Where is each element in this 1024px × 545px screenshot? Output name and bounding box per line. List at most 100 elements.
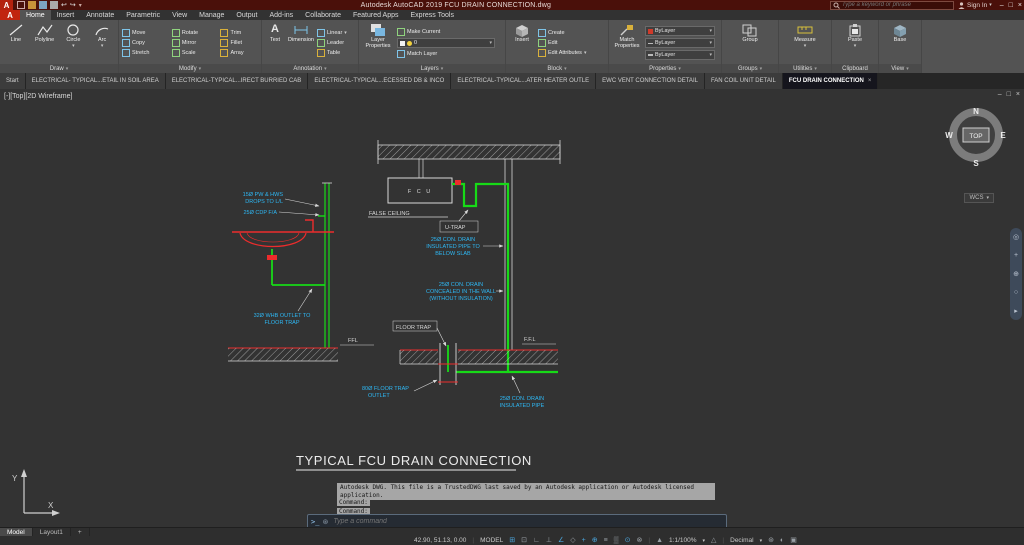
isolate-objects-icon[interactable]: ◐ [780,537,784,544]
save-icon[interactable] [39,1,47,9]
close-button[interactable]: × [1018,2,1022,9]
panel-label-block[interactable]: Block [506,64,608,73]
annotation-scale-dropdown-icon[interactable]: ▾ [703,538,706,544]
paste-button[interactable]: Paste ▾ [842,22,868,64]
orbit-icon[interactable]: ○ [1014,289,1018,296]
tab-collaborate[interactable]: Collaborate [299,10,347,20]
space-indicator[interactable]: MODEL [480,537,503,544]
tab-output[interactable]: Output [230,10,263,20]
panel-label-clipboard[interactable]: Clipboard [832,64,878,73]
clean-screen-icon[interactable]: ▣ [790,537,797,544]
signin-dropdown-icon[interactable]: ▾ [989,2,992,8]
circle-dropdown-icon[interactable]: ▾ [72,43,75,49]
move-button[interactable]: Move [122,29,164,37]
file-tab[interactable]: ELECTRICAL-TYPICAL...IRECT BURRIED CAB [165,73,309,89]
close-tab-icon[interactable]: × [868,78,872,84]
arc-button[interactable]: Arc ▾ [89,22,115,64]
line-button[interactable]: Line [3,22,29,64]
polyline-button[interactable]: Polyline [32,22,58,64]
panel-label-properties[interactable]: Properties [609,64,721,73]
application-menu-button[interactable]: A [0,10,20,20]
circle-button[interactable]: Circle ▾ [61,22,87,64]
linetype-dropdown[interactable]: ByLayer [645,38,715,48]
file-tab[interactable]: EWC VENT CONNECTION DETAIL [596,73,705,89]
polar-tracking-icon[interactable]: ∠ [558,537,564,544]
panel-label-draw[interactable]: Draw [0,64,118,73]
grid-icon[interactable]: ⊞ [509,537,515,544]
tab-annotate[interactable]: Annotate [80,10,120,20]
minimize-button[interactable]: – [1000,2,1004,9]
tab-view[interactable]: View [166,10,193,20]
layer-dropdown[interactable]: 0 [397,38,495,48]
viewport-controls[interactable]: [-][Top][2D Wireframe] [4,93,72,100]
redo-icon[interactable]: ↪ [70,1,76,9]
doc-restore-icon[interactable]: □ [1007,91,1011,98]
fillet-button[interactable]: Fillet [220,39,258,47]
tab-manage[interactable]: Manage [193,10,230,20]
trim-button[interactable]: Trim [220,29,258,37]
measure-button[interactable]: Measure ▾ [792,22,818,64]
match-layer-button[interactable]: Match Layer [397,50,495,58]
edit-attributes-button[interactable]: Edit Attributes ▾ [538,49,586,57]
file-tab[interactable]: ELECTRICAL-TYPICAL...ECESSED DB & INCO [308,73,452,89]
paste-dropdown-icon[interactable]: ▾ [854,43,857,49]
maximize-button[interactable]: □ [1009,2,1013,9]
search-input[interactable] [842,2,942,8]
pan-icon[interactable]: + [1014,252,1018,259]
autocad-logo-icon[interactable]: A [0,0,13,10]
table-button[interactable]: Table [317,49,347,57]
viewcube[interactable]: N E S W TOP [944,105,1008,174]
infer-constraints-icon[interactable]: ∟ [533,537,540,544]
file-tab[interactable]: ELECTRICAL- TYPICAL...ETAIL IN SOIL AREA [25,73,166,89]
copy-button[interactable]: Copy [122,39,164,47]
linear-dropdown-icon[interactable]: ▾ [344,30,347,36]
tab-featured-apps[interactable]: Featured Apps [347,10,405,20]
units-button[interactable]: Decimal [730,537,753,544]
panel-label-utilities[interactable]: Utilities [779,64,831,73]
leader-button[interactable]: Leader [317,39,347,47]
tab-home[interactable]: Home [20,10,51,20]
create-block-button[interactable]: Create [538,29,586,37]
ortho-icon[interactable]: ⊥ [546,537,552,544]
dimension-button[interactable]: Dimension [288,22,314,64]
lineweight-dropdown[interactable]: ByLayer [645,50,715,60]
panel-label-modify[interactable]: Modify [119,64,261,73]
panel-label-annotation[interactable]: Annotation [262,64,358,73]
open-file-icon[interactable] [28,1,36,9]
stretch-button[interactable]: Stretch [122,49,164,57]
base-button[interactable]: Base [887,22,913,64]
file-tab[interactable]: FAN COIL UNIT DETAIL [704,73,783,89]
array-button[interactable]: Array [220,49,258,57]
tab-parametric[interactable]: Parametric [120,10,166,20]
undo-icon[interactable]: ↩ [61,1,67,9]
rotate-button[interactable]: Rotate [171,29,213,37]
panel-label-view[interactable]: View [879,64,921,73]
zoom-icon[interactable]: ⊕ [1013,270,1019,278]
edit-block-button[interactable]: Edit [538,39,586,47]
match-properties-button[interactable]: Match Properties [612,22,642,64]
showmotion-icon[interactable]: ▸ [1014,307,1018,315]
annotation-scale-button[interactable]: 1:1/100% [669,537,696,544]
dynamic-input-icon[interactable]: ⊙ [625,537,631,544]
layer-properties-button[interactable]: Layer Properties [362,22,394,64]
tab-express-tools[interactable]: Express Tools [405,10,460,20]
panel-label-groups[interactable]: Groups [722,64,778,73]
measure-dropdown-icon[interactable]: ▾ [804,43,807,49]
mirror-button[interactable]: Mirror [171,39,213,47]
osnap-icon[interactable]: ⊕ [592,537,598,544]
transparency-icon[interactable]: ▒ [614,537,619,544]
object-snap-tracking-icon[interactable]: + [582,537,586,544]
command-input[interactable] [331,517,723,526]
customize-icon[interactable]: ⊛ [322,518,328,526]
workspace-gear-icon[interactable]: ⊛ [768,537,774,544]
insert-button[interactable]: Insert [509,22,535,64]
tab-addins[interactable]: Add-ins [263,10,299,20]
drawing-canvas[interactable]: F C U FALSE CEILING U-TRAP 15Ø PW & HWS … [0,89,1024,529]
text-button[interactable]: A Text [265,22,285,64]
plot-icon[interactable] [50,1,58,9]
tab-insert[interactable]: Insert [51,10,81,20]
units-dropdown-icon[interactable]: ▾ [760,538,763,544]
signin-button[interactable]: Sign In ▾ [958,2,992,9]
snap-icon[interactable]: ⊡ [521,537,527,544]
steering-wheel-icon[interactable]: ◎ [1013,233,1019,241]
